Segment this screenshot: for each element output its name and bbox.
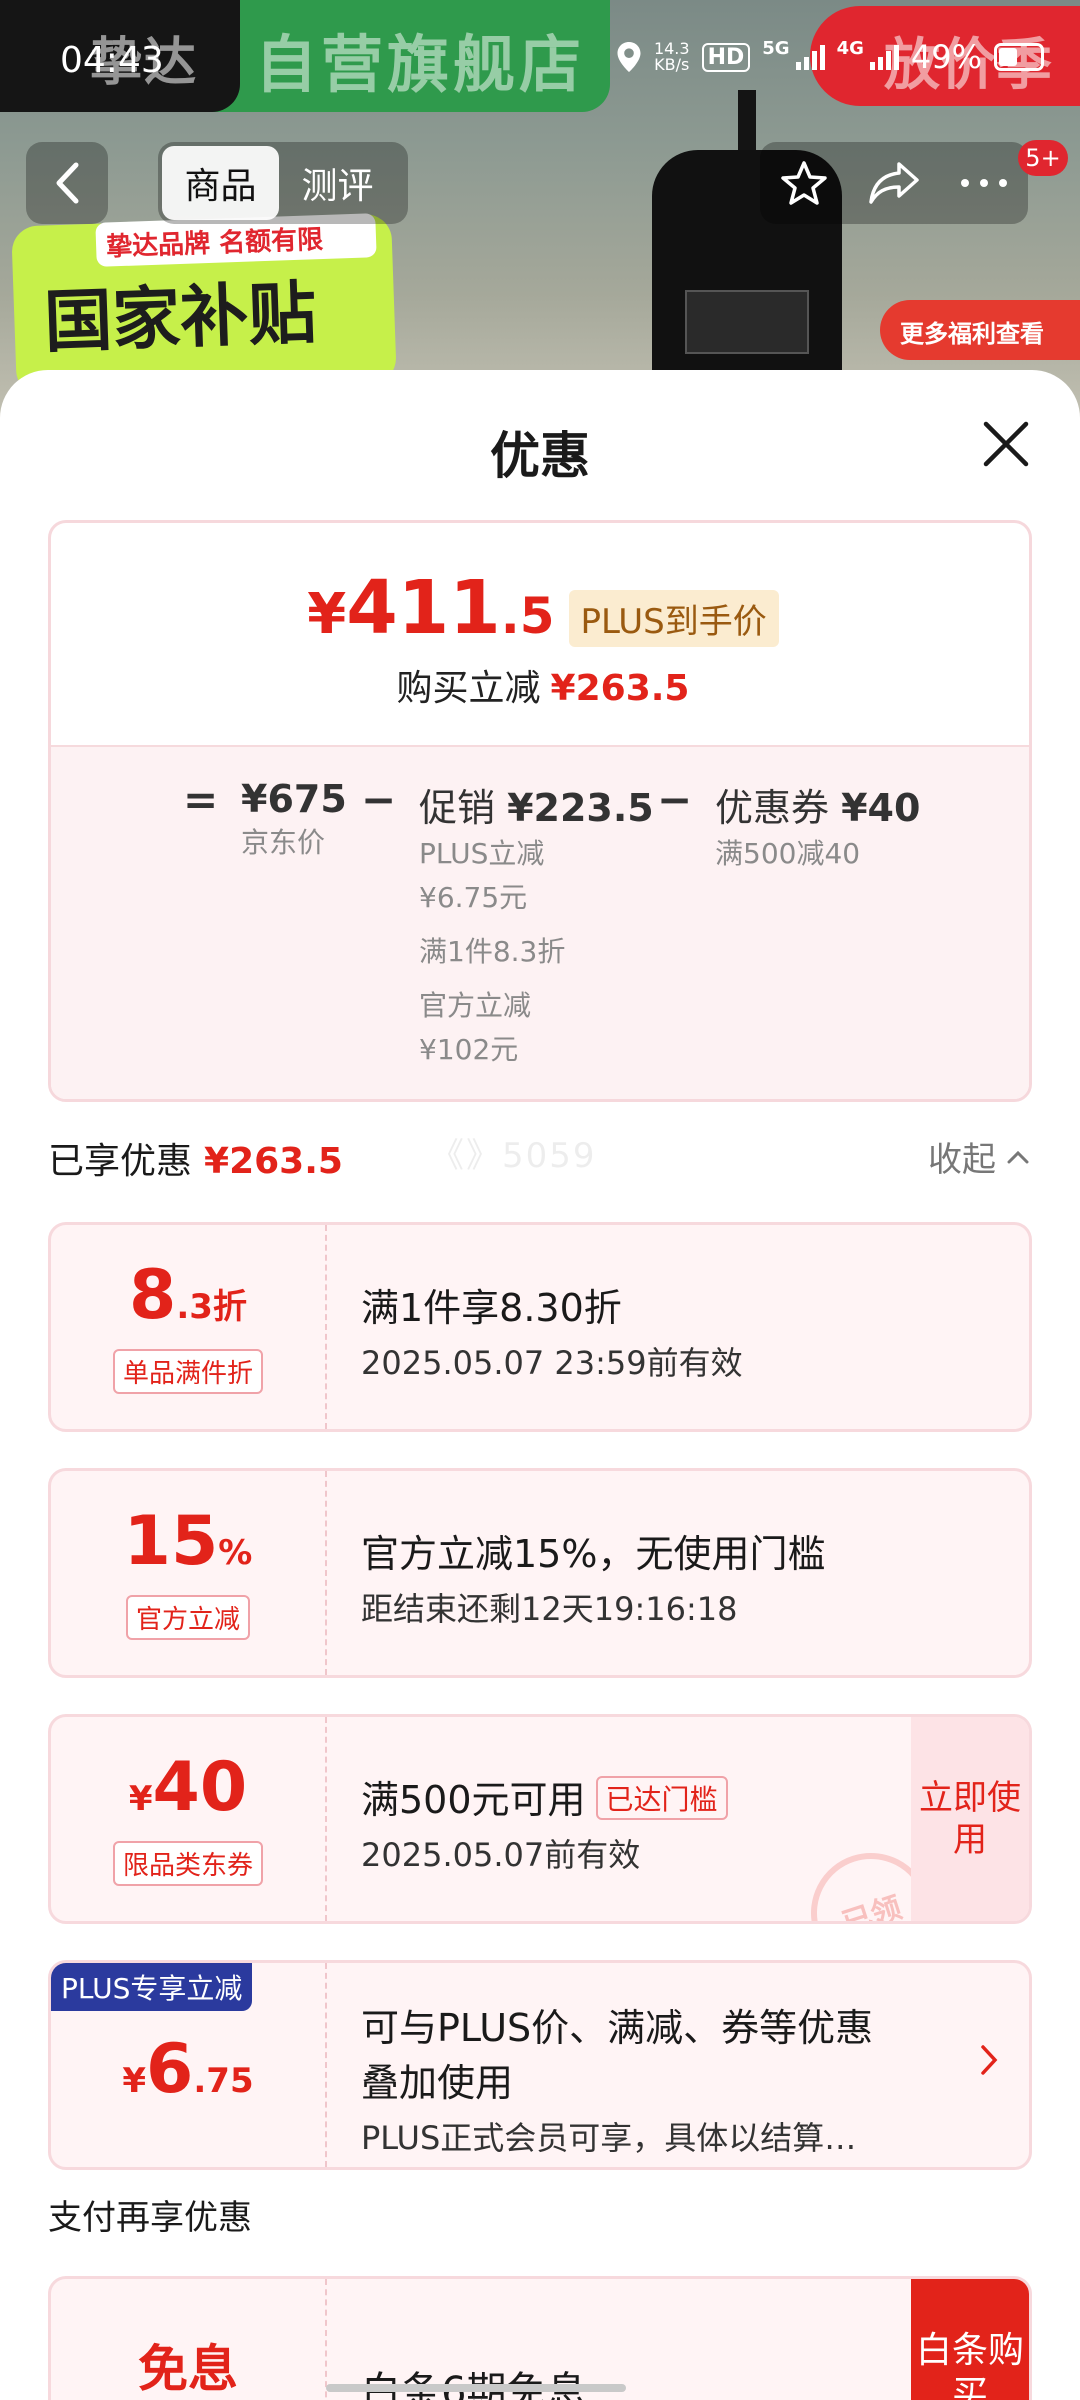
coupon-tag: 限品类东券 (112, 1841, 263, 1886)
signal-5g-label: 5G (762, 38, 790, 59)
coupon-note: PLUS正式会员可享，具体以结算… (361, 2119, 857, 2157)
chevron-right-icon[interactable] (979, 2043, 999, 2077)
top-actions (760, 142, 1028, 224)
final-price-row: ¥411.5 PLUS到手价 (51, 565, 1029, 653)
coupon-title: 满500元可用 已达门槛 (361, 1769, 981, 1824)
product-tabs: 商品 测评 (158, 142, 408, 224)
collapse-button[interactable]: 收起 (928, 1132, 1030, 1181)
back-button[interactable] (26, 142, 108, 224)
enjoyed-discount: 已享优惠 ¥263.5 (48, 1141, 343, 1182)
coupon-title: 可与PLUS价、满减、券等优惠 (361, 2006, 874, 2050)
coupon-item-discount[interactable]: 8.3折 单品满件折 满1件享8.30折 2025.05.07 23:59前有效 (48, 1222, 1032, 1432)
coupon-title-cont: 叠加使用 (361, 2061, 514, 2105)
more-icon[interactable] (959, 177, 1009, 189)
subsidy-text: 国家补贴 (42, 274, 318, 363)
tab-review[interactable]: 测评 (279, 146, 396, 220)
coupon-value: 8.3折 (129, 1256, 247, 1335)
signal-5g-icon (795, 44, 825, 70)
hd-icon: HD (701, 42, 751, 72)
sheet-title: 优惠 (490, 427, 590, 485)
threshold-reached-badge: 已达门槛 (595, 1776, 728, 1820)
share-icon[interactable] (867, 160, 921, 206)
net-speed: 14.3 KB/s (653, 39, 690, 74)
discount-sheet: 优惠 ¥411.5 PLUS到手价 购买立减 ¥263.5 = ¥675 京东价 … (0, 370, 1080, 2400)
close-icon[interactable] (976, 414, 1036, 474)
signal-4g-icon (869, 44, 899, 70)
location-icon (617, 42, 641, 72)
purchase-reduction: 购买立减 ¥263.5 (396, 668, 690, 709)
pay-offer-card[interactable]: 免息 白条6期免息 白条购买 (48, 2276, 1032, 2400)
minus-sign-2: − (657, 775, 693, 824)
price-summary-card: ¥411.5 PLUS到手价 购买立减 ¥263.5 = ¥675 京东价 − 促… (48, 520, 1032, 1102)
coupon-value: ¥40 (128, 1748, 248, 1827)
coupon-item-official[interactable]: 15% 官方立减 官方立减15%，无使用门槛 距结束还剩12天19:16:18 (48, 1468, 1032, 1678)
watermark: 《》5059 (430, 1136, 597, 1176)
battery-percent: 49% (910, 38, 982, 76)
chevron-up-icon (1007, 1150, 1029, 1163)
price-breakdown: = ¥675 京东价 − 促销 ¥223.5 PLUS立减 ¥6.75元 满1件… (51, 745, 1029, 1099)
status-bar: 04:43 14.3 KB/s HD 5G 4G 49% (0, 0, 1080, 112)
coupon-title: 官方立减15%，无使用门槛 (361, 1532, 826, 1576)
product-screen (685, 290, 809, 354)
coupon-validity: 2025.05.07 23:59前有效 (361, 1344, 743, 1382)
favorite-star-icon[interactable] (779, 158, 829, 208)
pay-offer-text: 白条6期免息 (361, 2359, 586, 2400)
coupon-title: 满1件享8.30折 (361, 1286, 622, 1330)
coupon-item-plus[interactable]: PLUS专享立减 ¥6.75 可与PLUS价、满减、券等优惠 叠加使用 PLUS… (48, 1960, 1032, 2170)
jd-price-block: ¥675 京东价 (241, 777, 347, 859)
promo-block: 促销 ¥223.5 PLUS立减 ¥6.75元 满1件8.3折 官方立减 ¥10… (419, 786, 654, 1066)
battery-icon (994, 43, 1044, 71)
baitiao-buy-button[interactable]: 白条购买 (911, 2279, 1029, 2400)
final-price: ¥411.5 (307, 565, 555, 651)
more-welfare-banner[interactable]: 更多福利查看 (880, 300, 1080, 360)
coupon-countdown: 距结束还剩12天19:16:18 (361, 1590, 738, 1628)
pay-section-title: 支付再享优惠 (48, 2198, 252, 2238)
minus-sign-1: − (361, 775, 397, 824)
equals-sign: = (183, 775, 219, 824)
coupon-tag: 单品满件折 (112, 1349, 263, 1394)
home-indicator[interactable] (326, 2384, 626, 2392)
coupon-value: ¥6.75 (122, 2029, 254, 2109)
chevron-left-icon (56, 162, 79, 204)
status-time: 04:43 (60, 40, 164, 81)
signal-4g-label: 4G (836, 38, 864, 59)
coupon-value: 15% (123, 1502, 253, 1581)
coupon-item-jd-coupon[interactable]: ¥40 限品类东券 满500元可用 已达门槛 2025.05.07前有效 已领 立… (48, 1714, 1032, 1924)
coupon-block: 优惠券 ¥40 满500减40 (715, 786, 921, 870)
cart-badge: 5+ (1018, 140, 1068, 176)
tab-product[interactable]: 商品 (162, 146, 279, 220)
plus-price-badge: PLUS到手价 (568, 590, 779, 647)
use-now-button[interactable]: 立即使用 (911, 1717, 1029, 1921)
coupon-tag: 官方立减 (125, 1595, 250, 1640)
interest-free-label: 免息 (138, 2340, 238, 2398)
status-icons: 14.3 KB/s HD 5G 4G 49% (616, 38, 1044, 76)
